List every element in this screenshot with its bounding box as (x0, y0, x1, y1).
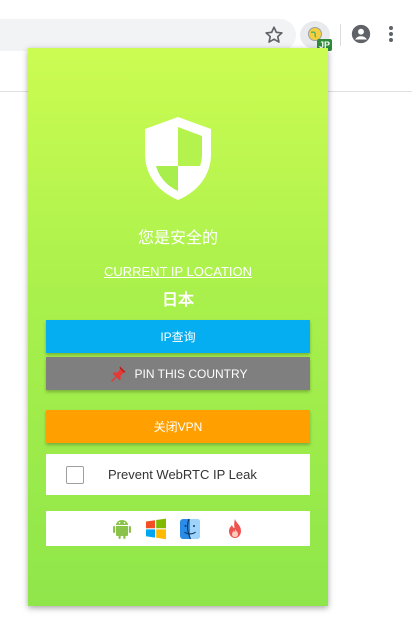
shield-icon (145, 117, 211, 200)
bookmark-star-icon[interactable] (263, 24, 285, 46)
current-ip-location-link[interactable]: CURRENT IP LOCATION (28, 264, 328, 279)
android-icon[interactable] (110, 517, 134, 541)
profile-icon[interactable] (350, 23, 372, 45)
ip-lookup-button[interactable]: IP查询 (46, 320, 310, 353)
fire-icon[interactable] (223, 517, 247, 541)
kebab-menu-icon[interactable] (386, 23, 396, 45)
pin-country-label: PIN THIS COUNTRY (134, 366, 248, 381)
toolbar-separator (340, 24, 341, 46)
macos-finder-icon[interactable] (178, 517, 202, 541)
ip-lookup-label: IP查询 (160, 330, 196, 344)
address-bar[interactable] (0, 19, 296, 51)
pin-country-button[interactable]: PIN THIS COUNTRY (46, 357, 310, 390)
webrtc-checkbox[interactable] (66, 466, 84, 484)
vpn-popup: 您是安全的 CURRENT IP LOCATION 日本 IP查询 PIN TH… (28, 48, 328, 606)
close-vpn-label: 关闭VPN (153, 420, 203, 434)
security-status-text: 您是安全的 (137, 230, 218, 247)
close-vpn-button[interactable]: 关闭VPN (46, 410, 310, 443)
vpn-extension-icon[interactable]: JP (300, 21, 332, 51)
windows-icon[interactable] (144, 517, 168, 541)
pushpin-icon (110, 366, 126, 382)
platform-links (46, 511, 310, 546)
webrtc-leak-option[interactable]: Prevent WebRTC IP Leak (46, 454, 310, 495)
country-name: 日本 (161, 292, 194, 309)
webrtc-label: Prevent WebRTC IP Leak (108, 467, 257, 482)
